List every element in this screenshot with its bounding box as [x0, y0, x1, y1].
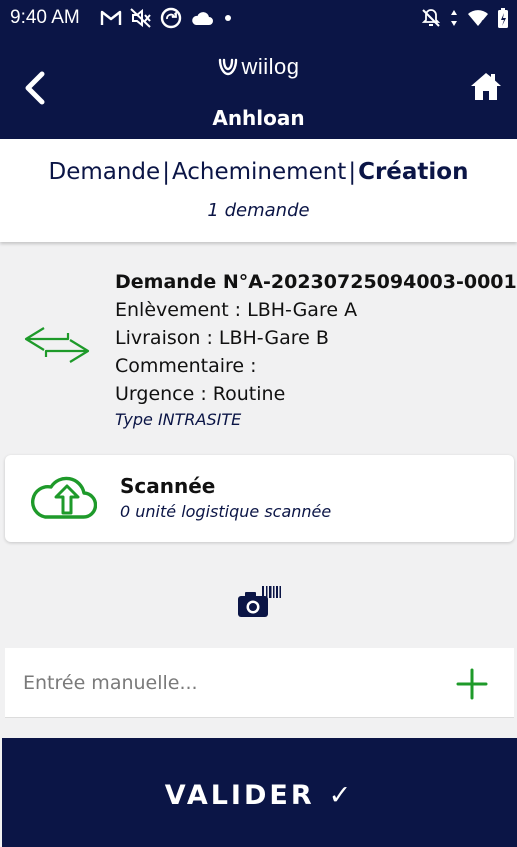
app-bar: wiilog Anhloan: [0, 36, 517, 139]
demande-details: Demande N°A-20230725094003-0001 Enlèveme…: [0, 258, 517, 438]
scanned-card[interactable]: Scannée 0 unité logistique scannée: [5, 455, 514, 542]
wiilog-logo-icon: [219, 58, 238, 76]
request-count: 1 demande: [207, 200, 310, 221]
demande-type: Type INTRASITE: [115, 410, 242, 429]
plus-icon: [456, 668, 488, 700]
camera-scan-button[interactable]: [236, 584, 284, 620]
step-separator: |: [348, 159, 357, 185]
home-icon: [471, 73, 501, 100]
cloud-icon: [192, 12, 213, 25]
sync-icon: [160, 7, 182, 29]
dot-icon: [225, 15, 231, 21]
step-acheminement: Acheminement: [171, 159, 347, 185]
status-icons-right: 6: [421, 6, 509, 30]
transfer-arrows-icon: [24, 327, 90, 363]
demande-number: Demande N°A-20230725094003-0001: [115, 271, 517, 293]
home-button[interactable]: [469, 70, 503, 104]
notifications-off-icon: [421, 9, 441, 27]
livraison: Livraison : LBH-Gare B: [115, 327, 329, 349]
page-title: Anhloan: [212, 106, 305, 130]
enlevement: Enlèvement : LBH-Gare A: [115, 299, 358, 321]
status-time: 9:40 AM: [10, 7, 80, 28]
step-separator: |: [162, 159, 170, 185]
step-creation-active: Création: [358, 159, 469, 185]
add-button[interactable]: [456, 668, 488, 700]
validate-label: VALIDER ✓: [2, 780, 517, 811]
status-bar: 9:40 AM 6: [0, 0, 517, 36]
demande-text: Demande N°A-20230725094003-0001 Enlèveme…: [115, 268, 517, 432]
manual-entry-row: [5, 648, 514, 718]
stepper: Demande|Acheminement|Création 1 demande: [0, 139, 517, 242]
urgence: Urgence : Routine: [115, 383, 286, 405]
status-icons-left: [100, 6, 234, 30]
steps: Demande|Acheminement|Création: [0, 159, 517, 185]
validate-text: VALIDER: [164, 780, 315, 811]
commentaire: Commentaire :: [115, 355, 257, 377]
step-demande: Demande: [48, 159, 161, 185]
validate-button[interactable]: VALIDER ✓: [2, 738, 517, 847]
scanned-title: Scannée: [120, 474, 216, 498]
mute-icon: [130, 8, 151, 28]
manual-entry-input[interactable]: [23, 666, 423, 700]
battery-charging-icon: [498, 8, 508, 28]
logo-text: wiilog: [241, 54, 300, 79]
gmail-icon: [100, 10, 122, 25]
wiilog-logo: wiilog: [0, 54, 517, 80]
wifi-icon: 6: [468, 10, 488, 27]
scanned-count: 0 unité logistique scannée: [120, 502, 332, 521]
camera-barcode-icon: [238, 586, 281, 617]
cloud-upload-icon: [31, 476, 97, 519]
check-icon: ✓: [328, 780, 355, 811]
data-arrows-icon: [451, 10, 457, 26]
svg-text:6: 6: [481, 19, 486, 27]
